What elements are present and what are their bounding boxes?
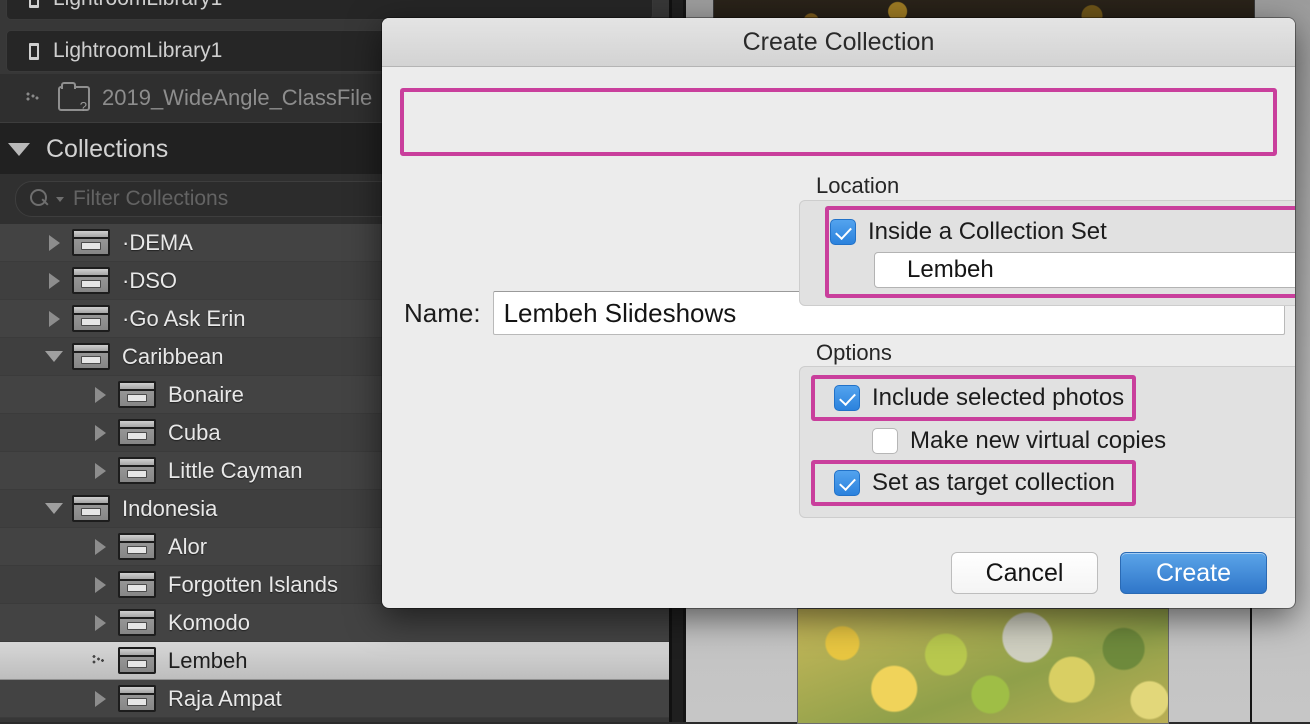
filter-collections-placeholder: Filter Collections [73,187,228,211]
collection-set-icon [72,229,110,256]
collection-row-label: Bonaire [168,382,244,408]
collection-row[interactable]: Raja Ampat [0,680,669,718]
collection-row-label: Little Cayman [168,458,303,484]
name-field-row: Name: Lembeh Slideshows [382,18,1295,608]
collection-row-label: Caribbean [122,344,224,370]
options-group-label: Options [816,340,892,366]
disclosure-triangle-down-icon[interactable] [8,143,30,156]
collection-set-icon [118,647,156,674]
collection-set-icon [118,609,156,636]
collection-row[interactable]: Komodo [0,604,669,642]
collection-set-icon [118,571,156,598]
catalog-icon [29,0,39,8]
collection-row-label: Forgotten Islands [168,572,338,598]
create-collection-dialog: Create Collection Name: Lembeh Slideshow… [382,18,1295,608]
collection-row-label: ·Go Ask Erin [122,306,245,332]
disclosure-triangle-right-icon[interactable] [88,573,112,597]
collection-set-icon [118,457,156,484]
disclosure-triangle-right-icon[interactable] [88,687,112,711]
make-new-virtual-copies-label: Make new virtual copies [910,427,1166,455]
disclosure-triangle-down-icon[interactable] [42,345,66,369]
include-selected-photos-label: Include selected photos [872,384,1124,412]
name-label: Name: [404,298,481,329]
include-selected-photos-checkbox[interactable] [834,385,860,411]
collection-row-label: ·DEMA [122,230,193,256]
collection-set-dropdown[interactable]: Lembeh [874,252,1295,288]
catalog-label: LightroomLibrary1 [53,39,222,63]
collection-set-icon [72,305,110,332]
set-as-target-collection-checkbox[interactable] [834,470,860,496]
disclosure-triangle-down-icon[interactable] [42,497,66,521]
search-icon [30,189,50,209]
collection-row-label: Raja Ampat [168,686,282,712]
collection-set-icon [72,267,110,294]
collection-row-label: Cuba [168,420,221,446]
folder-question-icon [58,86,90,111]
disclosure-triangle-right-icon[interactable] [88,421,112,445]
photo-thumbnail[interactable] [797,608,1169,724]
collection-row-label: Lembeh [168,648,248,674]
disclosure-triangle-right-icon[interactable] [42,269,66,293]
disclosure-triangle-right-icon[interactable] [42,307,66,331]
create-button[interactable]: Create [1120,552,1267,594]
location-group-label: Location [816,173,899,199]
disclosure-triangle-right-icon[interactable] [88,459,112,483]
disclosure-triangle-right-icon[interactable] [88,383,112,407]
collection-set-icon [72,495,110,522]
chevron-down-icon[interactable] [56,197,64,202]
catalog-icon [29,43,39,60]
collection-row-label: Komodo [168,610,250,636]
inside-collection-set-label: Inside a Collection Set [868,218,1107,246]
collection-set-icon [118,419,156,446]
cancel-button[interactable]: Cancel [951,552,1098,594]
collection-set-icon [118,685,156,712]
set-as-target-collection-row[interactable]: Set as target collection [834,469,1115,497]
collection-set-icon [72,343,110,370]
disclosure-dots-icon[interactable] [26,91,44,105]
collection-set-icon [118,533,156,560]
collection-row-label: Alor [168,534,207,560]
folder-label: 2019_WideAngle_ClassFile [102,85,372,111]
catalog-label: LightroomLibrary1 [53,0,222,11]
collection-row-label: ·DSO [122,268,177,294]
collection-row[interactable]: Lembeh [0,642,669,680]
dialog-button-bar: Cancel Create [951,552,1267,594]
collection-set-icon [118,381,156,408]
collections-header-label: Collections [46,135,168,164]
set-as-target-collection-label: Set as target collection [872,469,1115,497]
disclosure-dots-icon[interactable] [88,649,112,673]
disclosure-triangle-right-icon[interactable] [88,535,112,559]
include-selected-photos-row[interactable]: Include selected photos [834,384,1124,412]
make-new-virtual-copies-checkbox[interactable] [872,428,898,454]
collection-row-label: Indonesia [122,496,217,522]
disclosure-triangle-right-icon[interactable] [88,611,112,635]
collection-set-selected-value: Lembeh [907,256,994,284]
disclosure-triangle-right-icon[interactable] [42,231,66,255]
make-new-virtual-copies-row[interactable]: Make new virtual copies [872,427,1166,455]
catalog-row-partial[interactable]: LightroomLibrary1 [6,0,653,20]
inside-collection-set-checkbox-row[interactable]: Inside a Collection Set [830,218,1107,246]
inside-collection-set-checkbox[interactable] [830,219,856,245]
